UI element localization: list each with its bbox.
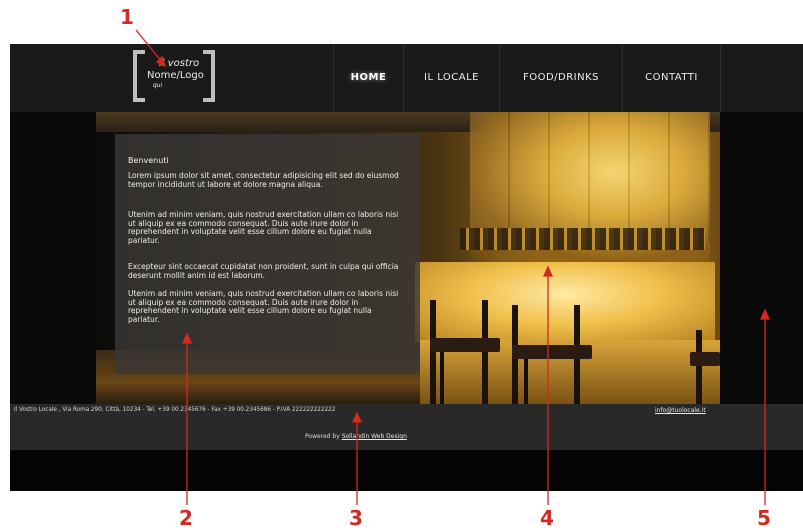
callout-number-1: 1 xyxy=(120,5,134,29)
arrow-5-head xyxy=(759,308,771,320)
arrow-3-head xyxy=(351,411,363,423)
arrow-1-line xyxy=(135,29,163,63)
callout-arrows xyxy=(135,29,771,505)
callout-number-5: 5 xyxy=(757,506,771,530)
callout-number-2: 2 xyxy=(179,506,193,530)
callout-number-4: 4 xyxy=(540,506,554,530)
arrow-4-head xyxy=(542,265,554,277)
arrow-2-head xyxy=(181,332,193,344)
callout-number-3: 3 xyxy=(349,506,363,530)
